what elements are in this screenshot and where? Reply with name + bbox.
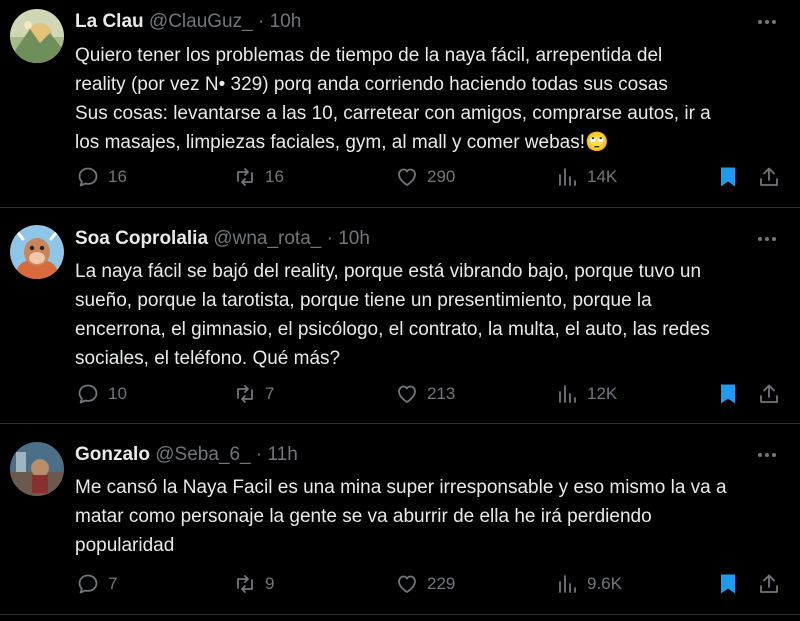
display-name[interactable]: Gonzalo — [75, 444, 150, 465]
user-handle[interactable]: @wna_rota_ — [213, 228, 321, 249]
tweet-header: Soa Coprolalia @wna_rota_ · 10h — [75, 227, 370, 251]
tweet-text-line: popularidad — [75, 535, 175, 556]
tweet-header: Gonzalo @Seba_6_ · 11h — [75, 443, 298, 467]
like-count: 229 — [427, 574, 456, 593]
tweet-text-line: La naya fácil se bajó del reality, porqu… — [75, 261, 702, 282]
retweet-count: 7 — [265, 384, 275, 403]
reply-button[interactable]: 10 — [76, 380, 127, 408]
timestamp[interactable]: 10h — [338, 228, 370, 249]
tweet-text: Quiero tener los problemas de tiempo de … — [75, 41, 780, 157]
more-options-icon[interactable] — [754, 229, 780, 249]
avatar[interactable] — [10, 442, 64, 496]
tweet-text-line: Me cansó la Naya Facil es una mina super… — [75, 477, 727, 498]
heart-icon — [398, 168, 416, 186]
heart-icon — [398, 575, 416, 593]
share-button[interactable] — [757, 570, 781, 598]
tweet-text: La naya fácil se bajó del reality, porqu… — [75, 257, 780, 373]
avatar[interactable] — [10, 225, 64, 279]
retweet-icon — [237, 575, 253, 593]
reply-count: 7 — [108, 574, 118, 593]
tweet-text-line: Quiero tener los problemas de tiempo de … — [75, 45, 663, 66]
share-button[interactable] — [757, 163, 781, 191]
views-button[interactable]: 14K — [555, 163, 617, 191]
views-chart-icon — [559, 168, 576, 186]
like-count: 213 — [427, 384, 456, 403]
display-name[interactable]: La Clau — [75, 11, 144, 32]
timestamp[interactable]: 11h — [268, 444, 298, 465]
retweet-count: 9 — [265, 574, 275, 593]
retweet-icon — [237, 385, 253, 403]
reply-button[interactable]: 16 — [76, 163, 127, 191]
action-bar: 16 16 290 14K — [0, 163, 800, 191]
share-icon — [760, 384, 778, 403]
bookmark-button[interactable] — [716, 380, 740, 408]
retweet-count: 16 — [265, 167, 284, 186]
reply-count: 16 — [108, 167, 127, 186]
tweet-text-line: sueño, porque la tarotista, porque tiene… — [75, 290, 652, 311]
tweet-text-line: matar como personaje la gente se va abur… — [75, 506, 652, 527]
action-bar: 7 9 229 9.6K — [0, 570, 800, 598]
tweet-text: Me cansó la Naya Facil es una mina super… — [75, 473, 780, 560]
display-name[interactable]: Soa Coprolalia — [75, 228, 208, 249]
views-count: 9.6K — [587, 574, 622, 593]
user-handle[interactable]: @ClauGuz_ — [149, 11, 253, 32]
like-button[interactable]: 213 — [395, 380, 455, 408]
bookmark-button[interactable] — [716, 163, 740, 191]
reply-count: 10 — [108, 384, 127, 403]
avatar[interactable] — [10, 9, 64, 63]
tweet-3[interactable]: Gonzalo @Seba_6_ · 11h Me cansó la Naya … — [0, 424, 800, 615]
timestamp[interactable]: 10h — [270, 11, 302, 32]
more-options-icon[interactable] — [754, 12, 780, 32]
views-chart-icon — [559, 575, 576, 593]
reply-icon — [78, 574, 98, 594]
bookmark-filled-icon — [721, 167, 735, 187]
retweet-button[interactable]: 9 — [233, 570, 274, 598]
tweet-text-line: reality (por vez N• 329) porq anda corri… — [75, 74, 668, 95]
action-bar: 10 7 213 12K — [0, 380, 800, 408]
share-button[interactable] — [757, 380, 781, 408]
retweet-icon — [237, 168, 253, 186]
views-count: 14K — [587, 167, 618, 186]
views-button[interactable]: 12K — [555, 380, 617, 408]
user-handle[interactable]: @Seba_6_ — [155, 444, 250, 465]
retweet-button[interactable]: 16 — [233, 163, 284, 191]
heart-icon — [398, 385, 416, 403]
reply-icon — [78, 384, 98, 404]
photo-avatar-icon — [10, 442, 64, 496]
bookmark-filled-icon — [721, 574, 735, 594]
like-button[interactable]: 229 — [395, 570, 455, 598]
reply-icon — [78, 167, 98, 187]
cow-avatar-icon — [10, 225, 64, 279]
tweet-header: La Clau @ClauGuz_ · 10h — [75, 10, 301, 34]
views-count: 12K — [587, 384, 618, 403]
tweet-text-line: encerrona, el gimnasio, el psicólogo, el… — [75, 319, 710, 340]
bookmark-button[interactable] — [716, 570, 740, 598]
separator-dot: · — [326, 228, 333, 249]
tweet-1[interactable]: La Clau @ClauGuz_ · 10h Quiero tener los… — [0, 0, 800, 208]
separator-dot: · — [257, 11, 265, 32]
tweet-2[interactable]: Soa Coprolalia @wna_rota_ · 10h La naya … — [0, 208, 800, 424]
like-count: 290 — [427, 167, 456, 186]
tweet-text-line: Sus cosas: levantarse a las 10, carretea… — [75, 103, 711, 124]
separator-dot: · — [255, 444, 263, 465]
tweet-text-line: los masajes, limpiezas faciales, gym, al… — [75, 132, 609, 153]
reply-button[interactable]: 7 — [76, 570, 117, 598]
share-icon — [760, 574, 778, 593]
landscape-avatar-icon — [10, 9, 64, 63]
views-button[interactable]: 9.6K — [555, 570, 622, 598]
retweet-button[interactable]: 7 — [233, 380, 274, 408]
views-chart-icon — [559, 385, 576, 403]
more-options-icon[interactable] — [754, 445, 780, 465]
share-icon — [760, 167, 778, 186]
bookmark-filled-icon — [721, 384, 735, 404]
like-button[interactable]: 290 — [395, 163, 455, 191]
tweet-text-line: sociales, el teléfono. Qué más? — [75, 348, 341, 369]
